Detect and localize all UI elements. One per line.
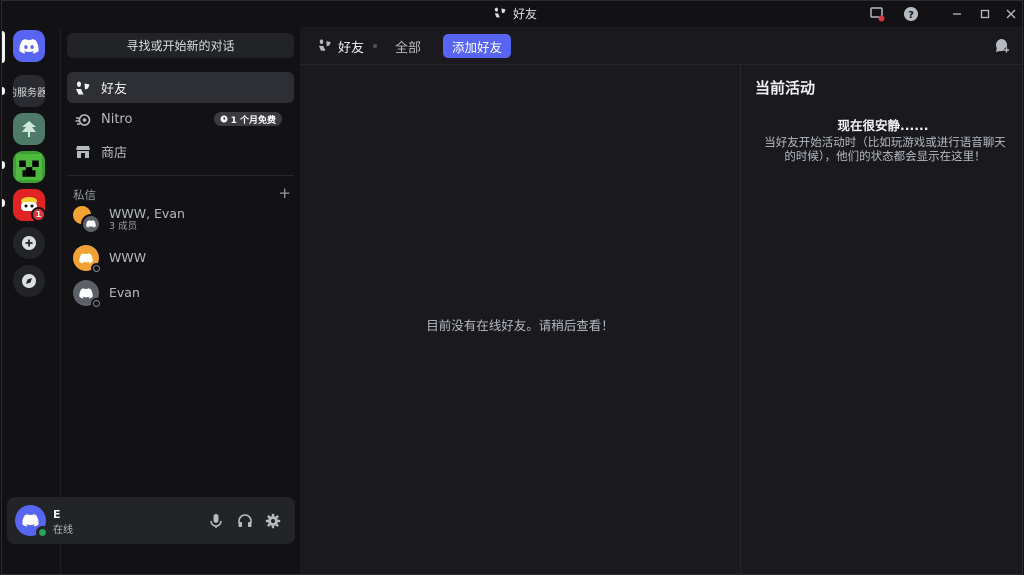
user-panel: E 在线 xyxy=(7,497,295,544)
compass-icon xyxy=(22,274,36,288)
user-name: E xyxy=(53,508,61,521)
tab-all[interactable]: 全部 xyxy=(387,35,429,57)
dm-name: WWW, Evan xyxy=(109,205,185,221)
unread-indicator xyxy=(2,199,5,207)
tree-icon xyxy=(22,121,36,137)
offline-status-icon xyxy=(91,263,102,274)
discord-logo-icon xyxy=(79,252,93,263)
shop-icon xyxy=(73,142,93,162)
user-status: 在线 xyxy=(53,525,73,536)
create-dm-plus-icon[interactable]: + xyxy=(278,186,291,203)
add-friend-button[interactable]: 添加好友 xyxy=(443,34,512,58)
clock-icon xyxy=(220,115,228,123)
selected-indicator xyxy=(2,31,5,63)
server-rail: 的服务器 1 xyxy=(2,27,60,574)
active-now-title: 当前活动 xyxy=(755,79,816,97)
server-minecraft[interactable] xyxy=(13,151,45,183)
server-partial-label: 的服务器 xyxy=(13,87,45,99)
avatar xyxy=(73,245,102,274)
online-status-icon xyxy=(36,526,49,539)
window-title-text: 好友 xyxy=(513,7,538,21)
sidebar-divider xyxy=(67,175,294,176)
title-bar: 好友 ? xyxy=(2,1,1022,27)
user-avatar[interactable] xyxy=(15,505,49,539)
nav-nitro[interactable]: Nitro 1 个月免费 xyxy=(67,104,294,135)
header-separator xyxy=(373,44,377,48)
minimize-icon[interactable] xyxy=(948,5,966,23)
nav-friends[interactable]: 好友 xyxy=(67,72,294,103)
app-window: 好友 ? 的服务器 xyxy=(1,0,1023,575)
home-button[interactable] xyxy=(13,30,45,62)
gear-icon[interactable] xyxy=(263,511,283,531)
notification-badge: 1 xyxy=(31,207,46,222)
empty-state-text: 目前没有在线好友。请稍后查看！ xyxy=(426,318,614,333)
friends-icon xyxy=(494,6,507,22)
maximize-icon[interactable] xyxy=(976,5,994,23)
discord-logo-icon xyxy=(22,514,39,527)
unread-indicator xyxy=(2,87,5,95)
dm-member-count: 3 成员 xyxy=(109,220,138,232)
discover-button[interactable] xyxy=(13,265,45,297)
dm-item-group[interactable]: WWW, Evan 3 成员 xyxy=(67,202,294,236)
dm-section-header: 私信 + xyxy=(73,186,291,203)
header-title-text: 好友 xyxy=(338,41,365,56)
window-title: 好友 xyxy=(494,5,537,22)
active-now-description: 当好友开始活动时（比如玩游戏或进行语音聊天的时候），他们的状态都会显示在这里！ xyxy=(764,135,1006,163)
svg-text:?: ? xyxy=(908,10,914,21)
microphone-icon[interactable] xyxy=(206,511,226,531)
dm-item-evan[interactable]: Evan xyxy=(67,276,294,310)
inbox-icon[interactable] xyxy=(868,5,886,23)
plus-circle-icon xyxy=(22,236,36,250)
nitro-promo-badge: 1 个月免费 xyxy=(213,112,282,126)
dm-header-label: 私信 xyxy=(73,188,96,202)
friends-icon xyxy=(73,78,93,98)
dm-sidebar: 寻找或开始新的对话 好友 Nitro 1 个月免费 商店 私信 + WWW, E… xyxy=(60,27,300,574)
header-title: 好友 xyxy=(318,37,364,56)
offline-status-icon xyxy=(91,298,102,309)
nav-friends-label: 好友 xyxy=(101,82,128,97)
active-now-subtitle: 现在很安静...... xyxy=(837,118,929,133)
add-server-button[interactable] xyxy=(13,227,45,259)
server-tree[interactable] xyxy=(13,113,45,145)
search-placeholder: 寻找或开始新的对话 xyxy=(126,39,235,53)
creeper-icon xyxy=(16,154,42,180)
active-now-panel: 当前活动 现在很安静...... 当好友开始活动时（比如玩游戏或进行语音聊天的时… xyxy=(740,65,1022,574)
discord-logo-icon xyxy=(79,287,93,298)
nav-shop-label: 商店 xyxy=(101,146,128,161)
friends-header: 好友 全部 添加好友 xyxy=(300,27,1022,65)
unread-indicator xyxy=(2,161,5,169)
help-icon[interactable]: ? xyxy=(902,5,920,23)
friends-icon xyxy=(318,38,332,56)
headphones-icon[interactable] xyxy=(235,511,255,531)
group-avatar xyxy=(73,206,101,234)
dm-name: Evan xyxy=(109,285,140,300)
avatar xyxy=(73,280,102,309)
nav-shop[interactable]: 商店 xyxy=(67,136,294,167)
discord-logo-icon xyxy=(19,38,39,54)
nav-nitro-label: Nitro xyxy=(101,112,133,127)
close-icon[interactable] xyxy=(1002,5,1020,23)
server-partial[interactable]: 的服务器 xyxy=(13,75,45,107)
new-group-dm-icon[interactable] xyxy=(992,36,1012,56)
friends-main: 目前没有在线好友。请稍后查看！ xyxy=(300,27,740,574)
avatar-gray xyxy=(81,214,101,234)
nitro-icon xyxy=(73,110,93,130)
dm-item-www[interactable]: WWW xyxy=(67,241,294,275)
dm-name: WWW xyxy=(109,250,147,265)
search-conversation-button[interactable]: 寻找或开始新的对话 xyxy=(67,33,294,58)
